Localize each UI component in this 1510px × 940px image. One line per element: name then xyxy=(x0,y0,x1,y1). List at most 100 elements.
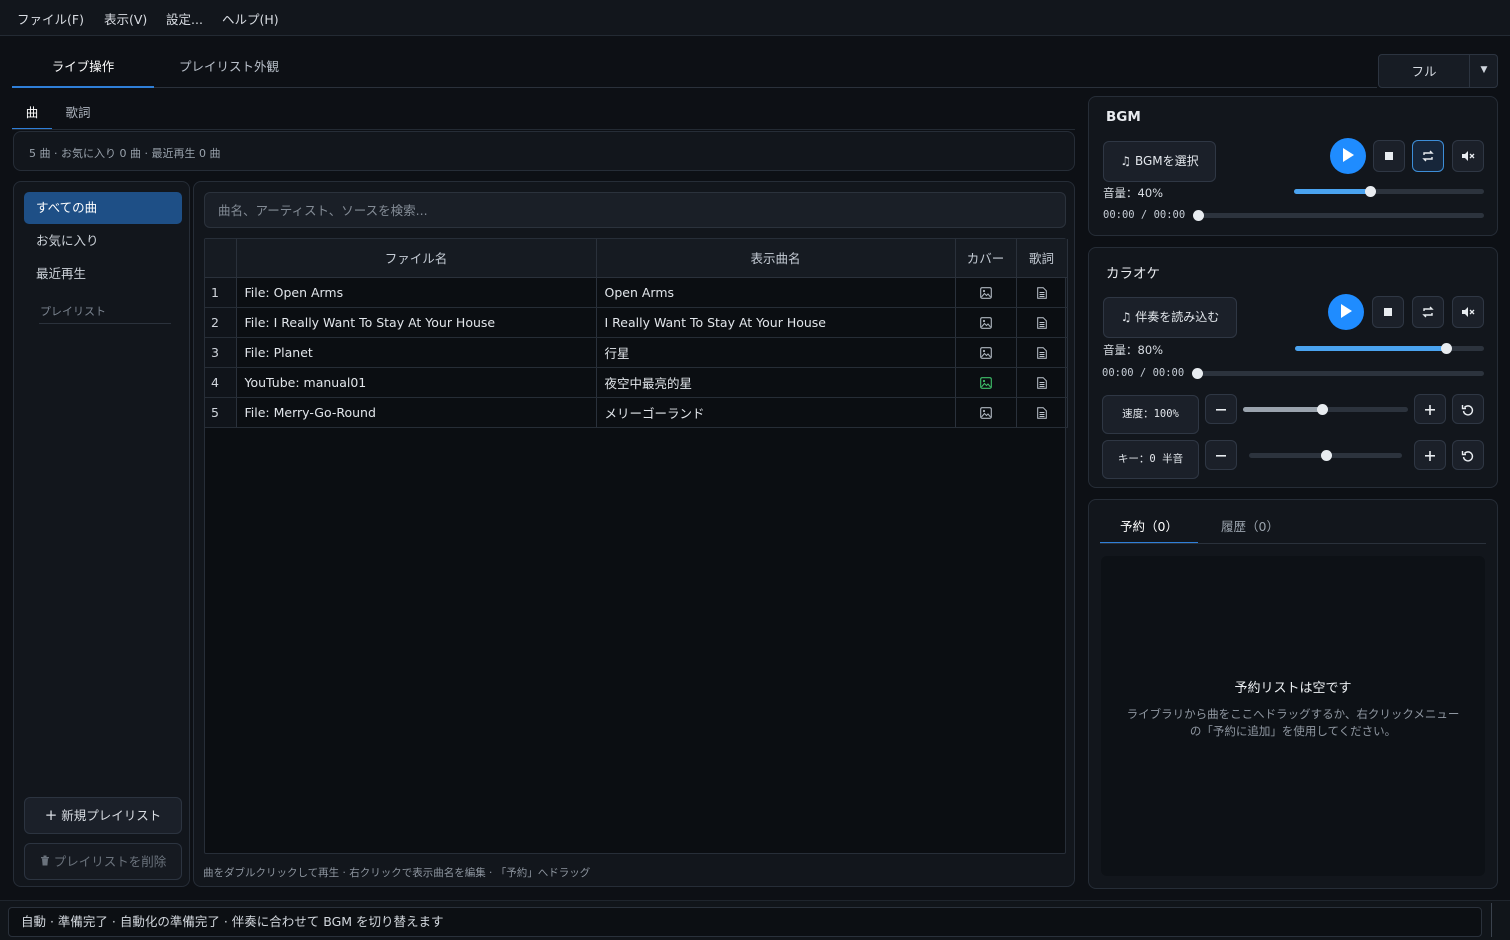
speed-slider[interactable] xyxy=(1243,404,1408,415)
bgm-stop-button[interactable] xyxy=(1373,140,1405,172)
bgm-time: 00:00 / 00:00 xyxy=(1103,209,1186,221)
bgm-volume-handle[interactable] xyxy=(1365,186,1376,197)
plus-icon xyxy=(1425,451,1435,461)
row-filename: File: Planet xyxy=(236,337,597,368)
document-icon[interactable] xyxy=(1016,337,1068,368)
speed-handle[interactable] xyxy=(1317,404,1329,415)
play-icon xyxy=(1341,304,1352,318)
row-display-title: メリーゴーランド xyxy=(596,397,956,428)
play-icon xyxy=(1343,148,1354,162)
tab-live-control[interactable]: ライブ操作 xyxy=(12,50,154,88)
main-tabs: ライブ操作 プレイリスト外観 xyxy=(12,50,1377,88)
tab-playlist-appearance[interactable]: プレイリスト外観 xyxy=(162,50,296,88)
bgm-loop-toggle[interactable] xyxy=(1412,140,1444,172)
table-row[interactable]: 1 File: Open Arms Open Arms xyxy=(205,277,1068,308)
karaoke-mute-button[interactable] xyxy=(1452,296,1484,328)
karaoke-title: カラオケ xyxy=(1106,266,1160,282)
queue-panel: 予約（0） 履歴（0） 予約リストは空です ライブラリから曲をここへドラッグする… xyxy=(1088,499,1498,889)
new-playlist-label: 新規プレイリスト xyxy=(61,808,162,823)
image-icon[interactable] xyxy=(955,397,1017,428)
mode-select[interactable]: フル ▼ xyxy=(1378,54,1498,88)
key-decrease-button[interactable] xyxy=(1205,440,1237,470)
image-icon[interactable] xyxy=(955,307,1017,338)
status-text: 自動 · 準備完了 · 自動化の準備完了 · 伴奏に合わせて BGM を切り替え… xyxy=(8,907,1482,937)
karaoke-progress-handle[interactable] xyxy=(1192,368,1203,379)
karaoke-loop-toggle[interactable] xyxy=(1412,296,1444,328)
stats-text: 5 曲 · お気に入り 0 曲 · 最近再生 0 曲 xyxy=(29,147,221,160)
select-bgm-label: BGMを選択 xyxy=(1134,154,1199,168)
image-icon[interactable] xyxy=(955,337,1017,368)
select-bgm-button[interactable]: ♫ BGMを選択 xyxy=(1103,141,1216,182)
key-handle[interactable] xyxy=(1320,450,1332,461)
plus-icon xyxy=(1425,405,1435,415)
document-icon[interactable] xyxy=(1016,307,1068,338)
row-display-title: 行星 xyxy=(596,337,956,368)
menu-help[interactable]: ヘルプ(H) xyxy=(222,9,279,28)
image-icon[interactable] xyxy=(955,277,1017,308)
document-icon[interactable] xyxy=(1016,397,1068,428)
karaoke-volume-handle[interactable] xyxy=(1441,343,1453,354)
bgm-title: BGM xyxy=(1106,109,1141,125)
table-row[interactable]: 5 File: Merry-Go-Round メリーゴーランド xyxy=(205,397,1068,428)
mute-icon xyxy=(1462,307,1475,317)
table-row[interactable]: 3 File: Planet 行星 xyxy=(205,337,1068,368)
mode-select-value: フル xyxy=(1411,64,1437,79)
karaoke-progress-slider[interactable] xyxy=(1192,368,1484,379)
sidebar-item-all-songs[interactable]: すべての曲 xyxy=(24,192,182,224)
delete-playlist-button[interactable]: プレイリストを削除 xyxy=(24,843,182,880)
karaoke-volume-label: 音量：80% xyxy=(1103,343,1164,357)
menu-settings[interactable]: 設定... xyxy=(166,9,203,28)
column-header-cover[interactable]: カバー xyxy=(955,239,1017,278)
key-increase-button[interactable] xyxy=(1414,440,1446,470)
bgm-volume-slider[interactable] xyxy=(1294,186,1484,197)
key-reset-button[interactable] xyxy=(1452,440,1484,470)
sidebar-item-recent[interactable]: 最近再生 xyxy=(24,258,182,290)
speed-decrease-button[interactable] xyxy=(1205,394,1237,424)
resize-grip-icon[interactable] xyxy=(1491,903,1492,937)
load-accompaniment-button[interactable]: ♫ 伴奏を読み込む xyxy=(1103,297,1237,338)
menu-view[interactable]: 表示(V) xyxy=(104,9,147,28)
row-filename: File: Merry-Go-Round xyxy=(236,397,597,428)
table-row[interactable]: 2 File: I Really Want To Stay At Your Hou… xyxy=(205,307,1068,338)
speed-reset-button[interactable] xyxy=(1452,394,1484,424)
tab-history[interactable]: 履歴（0） xyxy=(1204,510,1296,544)
tab-queue[interactable]: 予約（0） xyxy=(1100,510,1198,544)
karaoke-stop-button[interactable] xyxy=(1372,296,1404,328)
music-add-icon: ♫ xyxy=(1120,154,1132,168)
row-display-title: 夜空中最亮的星 xyxy=(596,367,956,398)
key-slider[interactable] xyxy=(1249,450,1402,461)
row-index: 1 xyxy=(205,277,237,308)
bgm-progress-handle[interactable] xyxy=(1193,210,1204,221)
speed-increase-button[interactable] xyxy=(1414,394,1446,424)
queue-drop-area[interactable]: 予約リストは空です ライブラリから曲をここへドラッグするか、右クリックメニューの… xyxy=(1101,556,1485,876)
karaoke-volume-fill xyxy=(1295,346,1447,351)
queue-empty-description: ライブラリから曲をここへドラッグするか、右クリックメニューの「予約に追加」を使用… xyxy=(1126,707,1460,738)
document-icon[interactable] xyxy=(1016,367,1068,398)
column-header-filename[interactable]: ファイル名 xyxy=(236,239,597,278)
row-index: 3 xyxy=(205,337,237,368)
sidebar-item-favorites[interactable]: お気に入り xyxy=(24,225,182,257)
column-header-index[interactable] xyxy=(205,239,237,278)
karaoke-volume-slider[interactable] xyxy=(1295,343,1484,354)
table-header: ファイル名 表示曲名 カバー 歌詞 xyxy=(205,239,1068,278)
column-header-display-title[interactable]: 表示曲名 xyxy=(596,239,956,278)
bgm-play-button[interactable] xyxy=(1330,138,1366,174)
bgm-progress-slider[interactable] xyxy=(1193,210,1484,221)
table-row[interactable]: 4 YouTube: manual01 夜空中最亮的星 xyxy=(205,367,1068,398)
plus-icon: + xyxy=(44,806,58,824)
menu-file[interactable]: ファイル(F) xyxy=(17,9,84,28)
column-header-lyrics[interactable]: 歌詞 xyxy=(1016,239,1068,278)
row-display-title: I Really Want To Stay At Your House xyxy=(596,307,956,338)
document-icon[interactable] xyxy=(1016,277,1068,308)
karaoke-play-button[interactable] xyxy=(1328,294,1364,330)
new-playlist-button[interactable]: + 新規プレイリスト xyxy=(24,797,182,834)
subtab-divider xyxy=(12,129,1075,130)
search-input[interactable] xyxy=(204,192,1066,228)
bgm-volume-fill xyxy=(1294,189,1370,194)
image-icon[interactable] xyxy=(955,367,1017,398)
chevron-down-icon[interactable]: ▼ xyxy=(1469,55,1498,87)
tab-lyrics[interactable]: 歌詞 xyxy=(56,96,100,130)
tab-songs[interactable]: 曲 xyxy=(12,96,52,130)
bgm-mute-button[interactable] xyxy=(1452,140,1484,172)
library-sidebar: すべての曲 お気に入り 最近再生 プレイリスト + 新規プレイリスト プレイリス… xyxy=(13,181,190,887)
